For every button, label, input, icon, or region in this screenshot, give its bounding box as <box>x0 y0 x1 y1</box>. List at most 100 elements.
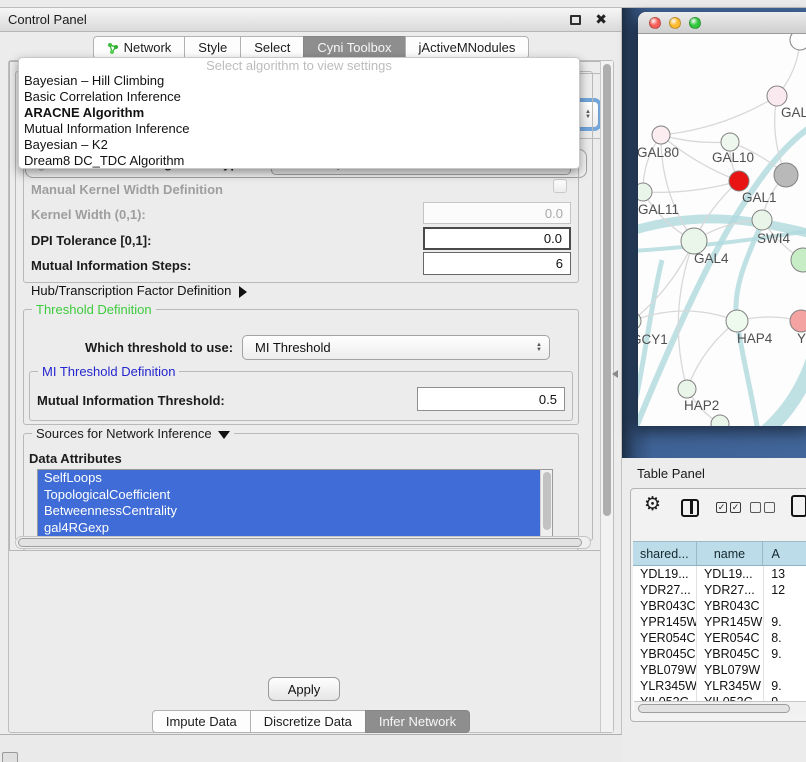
table-row[interactable]: YDL19...YDL19...13 <box>633 566 806 582</box>
table-row[interactable]: YBR043CYBR043C <box>633 598 806 614</box>
checked-checkbox-icon[interactable]: ✓ <box>730 502 741 513</box>
table-row[interactable]: YLR345WYLR345W9. <box>633 678 806 694</box>
attribute-item[interactable]: TopologicalCoefficient <box>38 487 552 504</box>
column-header[interactable]: name <box>697 542 764 565</box>
attribute-item[interactable]: gal4RGexp <box>38 520 552 537</box>
manual-kernel-checkbox[interactable] <box>553 179 567 193</box>
table-horizontal-scrollbar[interactable] <box>634 701 806 714</box>
mi-steps-field[interactable]: 6 <box>423 252 571 275</box>
unchecked-checkbox-icon[interactable] <box>750 502 761 513</box>
tab-label: Cyni Toolbox <box>317 37 391 58</box>
data-attributes-list[interactable]: SelfLoopsTopologicalCoefficientBetweenne… <box>37 469 553 543</box>
network-edge[interactable] <box>661 135 730 143</box>
mac-zoom-button[interactable] <box>689 17 701 29</box>
network-node-label: GAL10 <box>712 150 754 165</box>
network-node-gal11[interactable] <box>638 183 652 201</box>
close-icon[interactable]: ✖ <box>595 11 607 28</box>
mac-close-button[interactable] <box>649 17 661 29</box>
mi-threshold-value: 0.5 <box>539 392 557 407</box>
table-row[interactable]: YPR145WYPR145W9. <box>633 614 806 630</box>
network-canvas[interactable]: GALGAL80GAL10GAL1GAL11SWI4GAL4GCY1HAP4YH… <box>638 34 806 426</box>
network-edge[interactable] <box>661 96 777 135</box>
mac-minimize-button[interactable] <box>669 17 681 29</box>
minimized-panel-chip[interactable] <box>2 752 18 762</box>
network-node-gal80[interactable] <box>652 126 670 144</box>
settings-vertical-scrollbar[interactable] <box>600 61 609 551</box>
network-node-swi4[interactable] <box>752 210 772 230</box>
table-row[interactable]: YBL079WYBL079W <box>633 662 806 678</box>
attributes-scrollbar[interactable] <box>540 470 552 542</box>
tab-select[interactable]: Select <box>240 36 304 59</box>
tab-style[interactable]: Style <box>184 36 241 59</box>
bottom-tab-infer-network[interactable]: Infer Network <box>365 710 470 733</box>
unchecked-checkbox-icon[interactable] <box>764 502 775 513</box>
table-cell: YLR345W <box>697 678 764 694</box>
bottom-tab-impute-data[interactable]: Impute Data <box>152 710 251 733</box>
app-root: Control Panel ✖ NetworkStyleSelectCyni T… <box>0 0 806 762</box>
table-row[interactable]: YBR045CYBR045C9. <box>633 646 806 662</box>
algorithm-option[interactable]: Mutual Information Inference <box>19 121 579 137</box>
network-view-window[interactable]: GALGAL80GAL10GAL1GAL11SWI4GAL4GCY1HAP4YH… <box>638 12 806 426</box>
dpi-tolerance-field[interactable]: 0.0 <box>423 227 571 250</box>
network-node-label: GAL80 <box>638 145 679 160</box>
tab-label: Impute Data <box>166 711 237 732</box>
table-cell: 9. <box>764 646 806 662</box>
algorithm-option[interactable]: Basic Correlation Inference <box>19 89 579 105</box>
node-table: shared...nameA YDL19...YDL19...13YDR27..… <box>633 541 806 710</box>
algorithm-option[interactable]: Bayesian – Hill Climbing <box>19 73 579 89</box>
tab-label: Network <box>124 37 172 58</box>
kernel-width-label: Kernel Width (0,1): <box>31 207 146 222</box>
chevron-down-icon <box>218 431 230 439</box>
stepper-arrows-icon: ▲▼ <box>529 343 549 353</box>
network-node-label: HAP4 <box>737 331 773 346</box>
network-window-titlebar[interactable] <box>638 12 806 34</box>
network-node-y[interactable] <box>790 310 806 332</box>
network-edge[interactable] <box>687 321 737 389</box>
network-node-gal[interactable] <box>767 86 787 106</box>
column-header[interactable]: A <box>763 542 806 565</box>
network-node-hap2[interactable] <box>678 380 696 398</box>
network-edge[interactable] <box>643 181 739 192</box>
mi-steps-value: 6 <box>556 256 563 271</box>
algorithm-option[interactable]: Dream8 DC_TDC Algorithm <box>19 153 579 169</box>
split-columns-icon[interactable] <box>681 499 699 517</box>
network-node-hap4[interactable] <box>726 310 748 332</box>
table-panel-title: Table Panel <box>637 466 705 481</box>
bottom-tab-discretize-data[interactable]: Discretize Data <box>250 710 366 733</box>
table-cell: YDR27... <box>633 582 697 598</box>
document-icon[interactable] <box>791 495 806 517</box>
network-node[interactable] <box>790 34 806 50</box>
attribute-item[interactable]: BetweennessCentrality <box>38 503 552 520</box>
settings-horizontal-scrollbar[interactable] <box>15 536 591 549</box>
apply-button[interactable]: Apply <box>268 677 340 701</box>
apply-button-label: Apply <box>288 682 321 697</box>
algorithm-option[interactable]: ARACNE Algorithm <box>19 105 579 121</box>
sources-title[interactable]: Sources for Network Inference <box>32 426 234 441</box>
attribute-item[interactable]: SelfLoops <box>38 470 552 487</box>
kernel-width-field[interactable]: 0.0 <box>423 202 571 224</box>
algorithm-option[interactable]: Bayesian – K2 <box>19 137 579 153</box>
mi-threshold-field[interactable]: 0.5 <box>417 387 565 411</box>
table-cell: YBR043C <box>633 598 697 614</box>
gear-icon[interactable]: ⚙ <box>644 494 661 516</box>
hub-factor-expander[interactable]: Hub/Transcription Factor Definition <box>31 283 247 298</box>
checked-checkbox-icon[interactable]: ✓ <box>716 502 727 513</box>
which-threshold-label: Which threshold to use: <box>85 340 233 355</box>
network-node[interactable] <box>711 415 729 426</box>
kernel-width-value: 0.0 <box>545 206 563 221</box>
float-window-icon[interactable] <box>570 15 581 25</box>
network-node[interactable] <box>791 248 806 272</box>
table-row[interactable]: YDR27...YDR27...12 <box>633 582 806 598</box>
table-row[interactable]: YER054CYER054C8. <box>633 630 806 646</box>
network-node-gal10[interactable] <box>721 133 739 151</box>
column-header[interactable]: shared... <box>633 542 697 565</box>
network-node-label: GAL11 <box>638 202 679 217</box>
tab-jactivemnodules[interactable]: jActiveMNodules <box>405 36 530 59</box>
tab-cyni-toolbox[interactable]: Cyni Toolbox <box>303 36 405 59</box>
network-node-label: HAP2 <box>684 398 719 413</box>
tab-network[interactable]: Network <box>93 36 186 59</box>
network-node-gal1[interactable] <box>729 171 749 191</box>
which-threshold-combo[interactable]: MI Threshold ▲▼ <box>242 335 550 360</box>
network-node[interactable] <box>774 163 798 187</box>
panel-splitter-arrow[interactable] <box>612 370 618 378</box>
